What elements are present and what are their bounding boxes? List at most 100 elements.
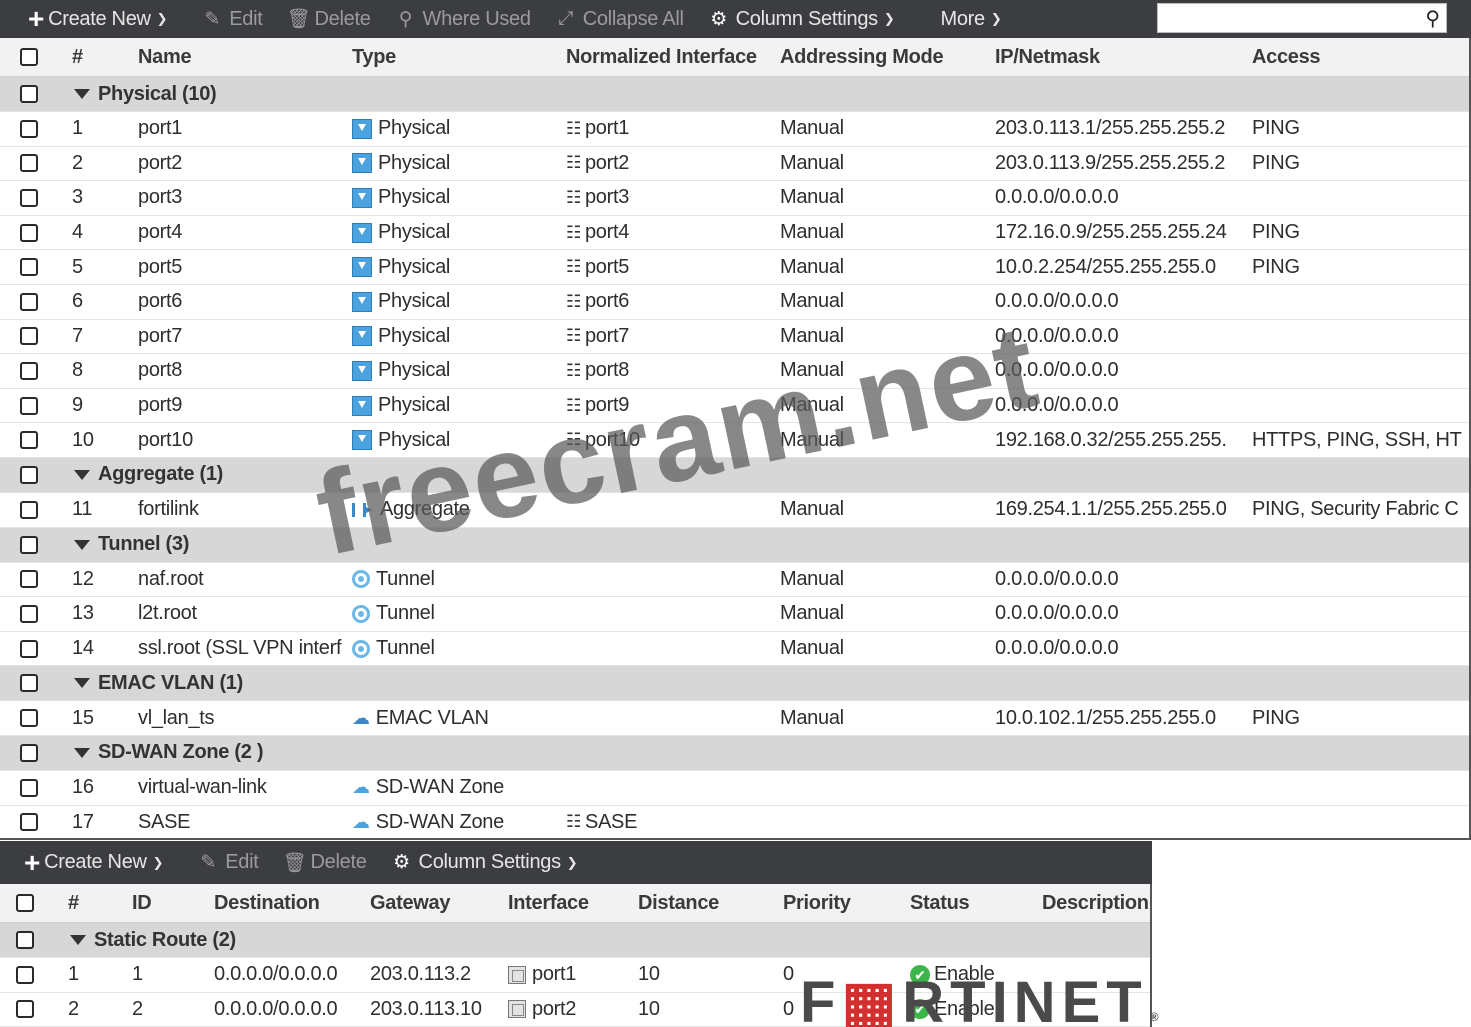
row-checkbox[interactable] [20, 188, 38, 207]
col-distance-header[interactable]: Distance [638, 884, 778, 922]
group-toggle[interactable]: Static Route (2) [70, 923, 470, 957]
group-checkbox[interactable] [20, 743, 38, 762]
search-input[interactable] [1158, 4, 1413, 32]
group-toggle[interactable]: Aggregate (1) [74, 458, 474, 492]
group-checkbox[interactable] [20, 85, 38, 103]
row-number: 17 [72, 810, 94, 833]
edit-button[interactable]: ✎ Edit [179, 0, 274, 38]
col-id-header[interactable]: ID [132, 884, 202, 922]
table-row[interactable]: 12 naf.root Tunnel Manual 0.0.0.0/0.0.0.0 [0, 563, 1469, 598]
search-icon[interactable]: ⚲ [1425, 6, 1440, 31]
group-header[interactable]: SD-WAN Zone (2 ) [0, 735, 1469, 771]
col-status-header[interactable]: Status [910, 884, 1035, 922]
more-button[interactable]: More ❯ [906, 0, 1013, 38]
table-row[interactable]: 9 port9 Physical ☷ port9 Manual 0.0.0.0/0.0.0.… [0, 389, 1469, 424]
table-row[interactable]: 17 SASE ☁ SD-WAN Zone ☷ SASE [0, 806, 1469, 839]
col-gateway-header[interactable]: Gateway [370, 884, 505, 922]
row-checkbox[interactable] [20, 431, 38, 450]
group-checkbox[interactable] [16, 931, 34, 949]
group-header[interactable]: Tunnel (3) [0, 527, 1469, 563]
table-row[interactable]: 8 port8 Physical ☷ port8 Manual 0.0.0.0/0.0.0.… [0, 354, 1469, 389]
gear-icon: ⚙ [710, 8, 727, 30]
select-all-checkbox[interactable] [20, 48, 38, 66]
interfaces-table: # Name Type Normalized Interface Addressing … [0, 38, 1471, 840]
col-ip-netmask-header[interactable]: IP/Netmask [995, 38, 1250, 76]
row-checkbox[interactable] [20, 570, 38, 589]
group-toggle[interactable]: Tunnel (3) [74, 528, 474, 562]
group-header[interactable]: Static Route (2) [0, 923, 1150, 958]
table-row[interactable]: 5 port5 Physical ☷ port5 Manual 10.0.2.254/255… [0, 250, 1469, 285]
row-checkbox[interactable] [20, 258, 38, 277]
table-row[interactable]: 2 port2 Physical ☷ port2 Manual 203.0.113.9/25… [0, 147, 1469, 182]
col-description-header[interactable]: Description [1042, 884, 1150, 922]
route-column-settings-button[interactable]: ⚙ Column Settings ❯ [379, 841, 590, 884]
group-checkbox[interactable] [20, 674, 38, 693]
table-row[interactable]: 1 1 0.0.0.0/0.0.0.0 203.0.113.2 port1 10 0 ✔ Ena… [0, 958, 1150, 993]
group-header[interactable]: Aggregate (1) [0, 457, 1469, 493]
normalized-interface-label: port5 [584, 255, 630, 278]
delete-button[interactable]: 🗑 Delete [275, 0, 383, 38]
col-interface-header[interactable]: Interface [508, 884, 633, 922]
col-number-header[interactable]: # [68, 884, 118, 922]
row-checkbox[interactable] [16, 965, 34, 984]
access [1252, 389, 1469, 423]
addressing-mode: Manual [780, 290, 844, 313]
route-delete-button[interactable]: 🗑 Delete [271, 841, 379, 884]
table-row[interactable]: 6 port6 Physical ☷ port6 Manual 0.0.0.0/0.0.0.… [0, 285, 1469, 320]
create-new-button[interactable]: + Create New ❯ [0, 0, 179, 38]
row-checkbox[interactable] [16, 1000, 34, 1019]
table-row[interactable]: 13 l2t.root Tunnel Manual 0.0.0.0/0.0.0.0 [0, 597, 1469, 632]
table-row[interactable]: 11 fortilink Aggregate Manual 169.254.1.1/25… [0, 493, 1469, 528]
group-checkbox[interactable] [20, 465, 38, 484]
table-row[interactable]: 7 port7 Physical ☷ port7 Manual 0.0.0.0/0.0.0.… [0, 320, 1469, 355]
interface-name: fortilink [138, 498, 199, 521]
normalized-interface [566, 771, 776, 805]
route-create-new-button[interactable]: + Create New ❯ [0, 841, 175, 884]
col-name-header[interactable]: Name [138, 38, 343, 76]
table-row[interactable]: 4 port4 Physical ☷ port4 Manual 172.16.0.9/255… [0, 216, 1469, 251]
table-row[interactable]: 10 port10 Physical ☷ port10 Manual 192.168.0.3… [0, 423, 1469, 458]
row-checkbox[interactable] [20, 813, 38, 832]
col-destination-header[interactable]: Destination [214, 884, 364, 922]
row-checkbox[interactable] [20, 778, 38, 797]
access [1252, 320, 1469, 354]
row-checkbox[interactable] [20, 500, 38, 519]
route-edit-button[interactable]: ✎ Edit [175, 841, 270, 884]
row-checkbox[interactable] [20, 604, 38, 623]
table-row[interactable]: 16 virtual-wan-link ☁ SD-WAN Zone [0, 771, 1469, 806]
group-toggle[interactable]: Physical (10) [74, 77, 474, 111]
row-checkbox[interactable] [20, 119, 38, 138]
col-addressing-mode-header[interactable]: Addressing Mode [780, 38, 990, 76]
table-row[interactable]: 15 vl_lan_ts ☁ EMAC VLAN Manual 10.0.102.1/25… [0, 701, 1469, 736]
row-checkbox[interactable] [20, 361, 38, 380]
network-icon: ☷ [566, 222, 581, 242]
group-toggle[interactable]: SD-WAN Zone (2 ) [74, 736, 474, 770]
group-toggle[interactable]: EMAC VLAN (1) [74, 666, 474, 700]
col-normalized-interface-header[interactable]: Normalized Interface [566, 38, 776, 76]
row-checkbox[interactable] [20, 396, 38, 415]
collapse-all-button[interactable]: ⤢ Collapse All [543, 0, 696, 38]
col-number-header[interactable]: # [72, 38, 122, 76]
interface-type: Physical [352, 216, 562, 250]
column-settings-button[interactable]: ⚙ Column Settings ❯ [696, 0, 907, 38]
col-type-header[interactable]: Type [352, 38, 562, 76]
col-access-header[interactable]: Access [1252, 38, 1469, 76]
row-checkbox[interactable] [20, 709, 38, 728]
group-header[interactable]: Physical (10) [0, 77, 1469, 112]
table-row[interactable]: 1 port1 Physical ☷ port1 Manual 203.0.113.1/25… [0, 112, 1469, 147]
routes-select-all-checkbox[interactable] [16, 894, 34, 912]
table-row[interactable]: 3 port3 Physical ☷ port3 Manual 0.0.0.0/0.0.0.… [0, 181, 1469, 216]
delete-label: Delete [314, 7, 371, 30]
ip-netmask: 0.0.0.0/0.0.0.0 [995, 324, 1119, 347]
row-checkbox[interactable] [20, 223, 38, 242]
row-checkbox[interactable] [20, 154, 38, 173]
table-row[interactable]: 2 2 0.0.0.0/0.0.0.0 203.0.113.10 port2 10 0 ✔ En… [0, 993, 1150, 1027]
col-priority-header[interactable]: Priority [783, 884, 903, 922]
row-checkbox[interactable] [20, 639, 38, 658]
where-used-button[interactable]: ⚲ Where Used [383, 0, 543, 38]
group-header[interactable]: EMAC VLAN (1) [0, 666, 1469, 702]
row-checkbox[interactable] [20, 292, 38, 311]
row-checkbox[interactable] [20, 327, 38, 346]
group-checkbox[interactable] [20, 535, 38, 554]
table-row[interactable]: 14 ssl.root (SSL VPN interf Tunnel Manual 0.… [0, 632, 1469, 667]
